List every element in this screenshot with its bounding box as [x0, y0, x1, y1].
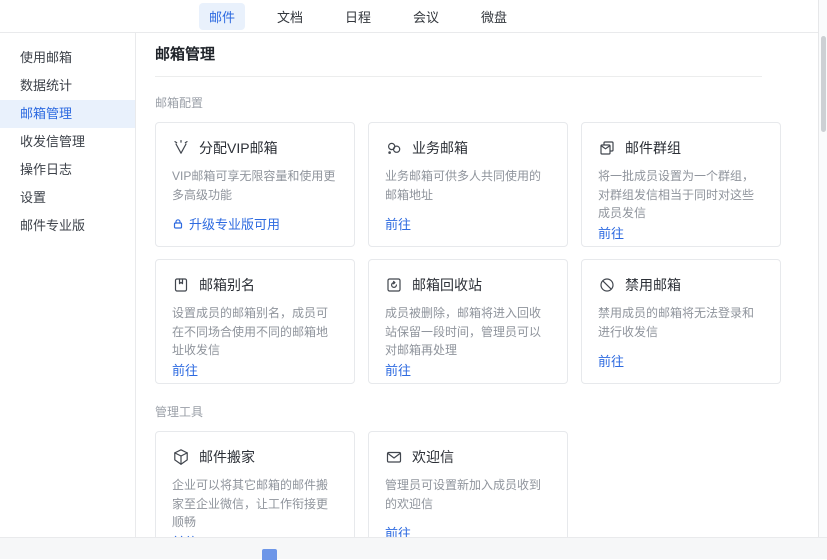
sidebar-item-settings[interactable]: 设置 [0, 184, 135, 212]
sidebar-item-mail-pro[interactable]: 邮件专业版 [0, 212, 135, 240]
card-desc: VIP邮箱可享无限容量和使用更多高级功能 [172, 167, 338, 204]
card-mailbox-recycle-bin: 邮箱回收站 成员被删除，邮箱将进入回收站保留一段时间，管理员可以对邮箱再处理 前… [368, 259, 568, 384]
card-desc: 管理员可设置新加入成员收到的欢迎信 [385, 476, 551, 513]
goto-link[interactable]: 前往 [385, 523, 551, 537]
scrollbar-thumb[interactable] [821, 36, 826, 132]
tab-meeting[interactable]: 会议 [403, 3, 449, 30]
card-title: 业务邮箱 [412, 138, 468, 158]
business-mailbox-icon [385, 139, 403, 157]
card-title: 分配VIP邮箱 [199, 138, 278, 158]
goto-link[interactable]: 前往 [598, 223, 764, 242]
card-desc: 业务邮箱可供多人共同使用的邮箱地址 [385, 167, 551, 204]
bottom-strip [0, 537, 827, 559]
page-title: 邮箱管理 [155, 45, 818, 65]
upgrade-pro-link[interactable]: 升级专业版可用 [172, 214, 338, 233]
mailbox-alias-icon [172, 276, 190, 294]
goto-link[interactable]: 前往 [385, 214, 551, 233]
scrollbar-track[interactable] [818, 0, 827, 537]
main-content: 邮箱管理 邮箱配置 分配VIP邮箱 VIP邮箱可享无限容量和使用更多高级功能 [136, 33, 818, 537]
top-nav: 邮件 文档 日程 会议 微盘 [0, 0, 818, 33]
card-head: 业务邮箱 [385, 138, 551, 158]
section-label-mailbox-config: 邮箱配置 [155, 94, 818, 111]
sidebar-item-use-mailbox[interactable]: 使用邮箱 [0, 44, 135, 72]
card-head: 欢迎信 [385, 447, 551, 467]
card-desc: 企业可以将其它邮箱的邮件搬家至企业微信，让工作衔接更顺畅 [172, 476, 338, 532]
tab-schedule[interactable]: 日程 [335, 3, 381, 30]
card-head: 邮件搬家 [172, 447, 338, 467]
recycle-bin-icon [385, 276, 403, 294]
card-desc: 成员被删除，邮箱将进入回收站保留一段时间，管理员可以对邮箱再处理 [385, 304, 551, 360]
lock-icon [172, 218, 184, 230]
disable-icon [598, 276, 616, 294]
goto-link[interactable]: 前往 [598, 351, 764, 370]
goto-link[interactable]: 前往 [385, 360, 551, 379]
page: 邮件 文档 日程 会议 微盘 使用邮箱 数据统计 邮箱管理 收发信管理 操作日志… [0, 0, 827, 559]
upgrade-pro-link-label: 升级专业版可用 [189, 214, 280, 233]
sidebar-item-data-stats[interactable]: 数据统计 [0, 72, 135, 100]
card-mail-migration: 邮件搬家 企业可以将其它邮箱的邮件搬家至企业微信，让工作衔接更顺畅 前往 [155, 431, 355, 537]
section-label-admin-tools: 管理工具 [155, 403, 818, 420]
card-title: 邮箱回收站 [412, 275, 482, 295]
card-title: 禁用邮箱 [625, 275, 681, 295]
sidebar-item-mailbox-management[interactable]: 邮箱管理 [0, 100, 135, 128]
title-divider [155, 76, 762, 77]
card-welcome-letter: 欢迎信 管理员可设置新加入成员收到的欢迎信 前往 [368, 431, 568, 537]
goto-link-label: 前往 [385, 360, 411, 379]
mail-migration-icon [172, 448, 190, 466]
card-title: 邮件搬家 [199, 447, 255, 467]
tab-drive[interactable]: 微盘 [471, 3, 517, 30]
vip-icon [172, 139, 190, 157]
mail-group-icon [598, 139, 616, 157]
welcome-letter-icon [385, 448, 403, 466]
sidebar-item-send-receive-management[interactable]: 收发信管理 [0, 128, 135, 156]
goto-link-label: 前往 [172, 360, 198, 379]
card-head: 邮箱回收站 [385, 275, 551, 295]
card-business-mailbox: 业务邮箱 业务邮箱可供多人共同使用的邮箱地址 前往 [368, 122, 568, 247]
sidebar: 使用邮箱 数据统计 邮箱管理 收发信管理 操作日志 设置 邮件专业版 [0, 33, 136, 537]
sidebar-item-operation-log[interactable]: 操作日志 [0, 156, 135, 184]
card-mail-group: 邮件群组 将一批成员设置为一个群组，对群组发信相当于同时对这些成员发信 前往 [581, 122, 781, 247]
top-tabs: 邮件 文档 日程 会议 微盘 [199, 3, 517, 30]
card-head: 禁用邮箱 [598, 275, 764, 295]
card-title: 邮件群组 [625, 138, 681, 158]
card-mailbox-alias: 邮箱别名 设置成员的邮箱别名，成员可在不同场合使用不同的邮箱地址收发信 前往 [155, 259, 355, 384]
card-title: 欢迎信 [412, 447, 454, 467]
tab-docs[interactable]: 文档 [267, 3, 313, 30]
card-title: 邮箱别名 [199, 275, 255, 295]
card-head: 分配VIP邮箱 [172, 138, 338, 158]
goto-link[interactable]: 前往 [172, 360, 338, 379]
card-disable-mailbox: 禁用邮箱 禁用成员的邮箱将无法登录和进行收发信 前往 [581, 259, 781, 384]
card-head: 邮件群组 [598, 138, 764, 158]
goto-link-label: 前往 [385, 523, 411, 537]
goto-link-label: 前往 [598, 223, 624, 242]
card-desc: 设置成员的邮箱别名，成员可在不同场合使用不同的邮箱地址收发信 [172, 304, 338, 360]
card-head: 邮箱别名 [172, 275, 338, 295]
tab-mail[interactable]: 邮件 [199, 3, 245, 30]
goto-link-label: 前往 [385, 214, 411, 233]
card-desc: 将一批成员设置为一个群组，对群组发信相当于同时对这些成员发信 [598, 167, 764, 223]
card-desc: 禁用成员的邮箱将无法登录和进行收发信 [598, 304, 764, 341]
bottom-partial-element [262, 549, 277, 560]
card-assign-vip-mailbox: 分配VIP邮箱 VIP邮箱可享无限容量和使用更多高级功能 升级专业版可用 [155, 122, 355, 247]
goto-link-label: 前往 [598, 351, 624, 370]
mailbox-config-grid: 分配VIP邮箱 VIP邮箱可享无限容量和使用更多高级功能 升级专业版可用 [155, 122, 815, 384]
admin-tools-grid: 邮件搬家 企业可以将其它邮箱的邮件搬家至企业微信，让工作衔接更顺畅 前往 欢迎信 [155, 431, 815, 537]
